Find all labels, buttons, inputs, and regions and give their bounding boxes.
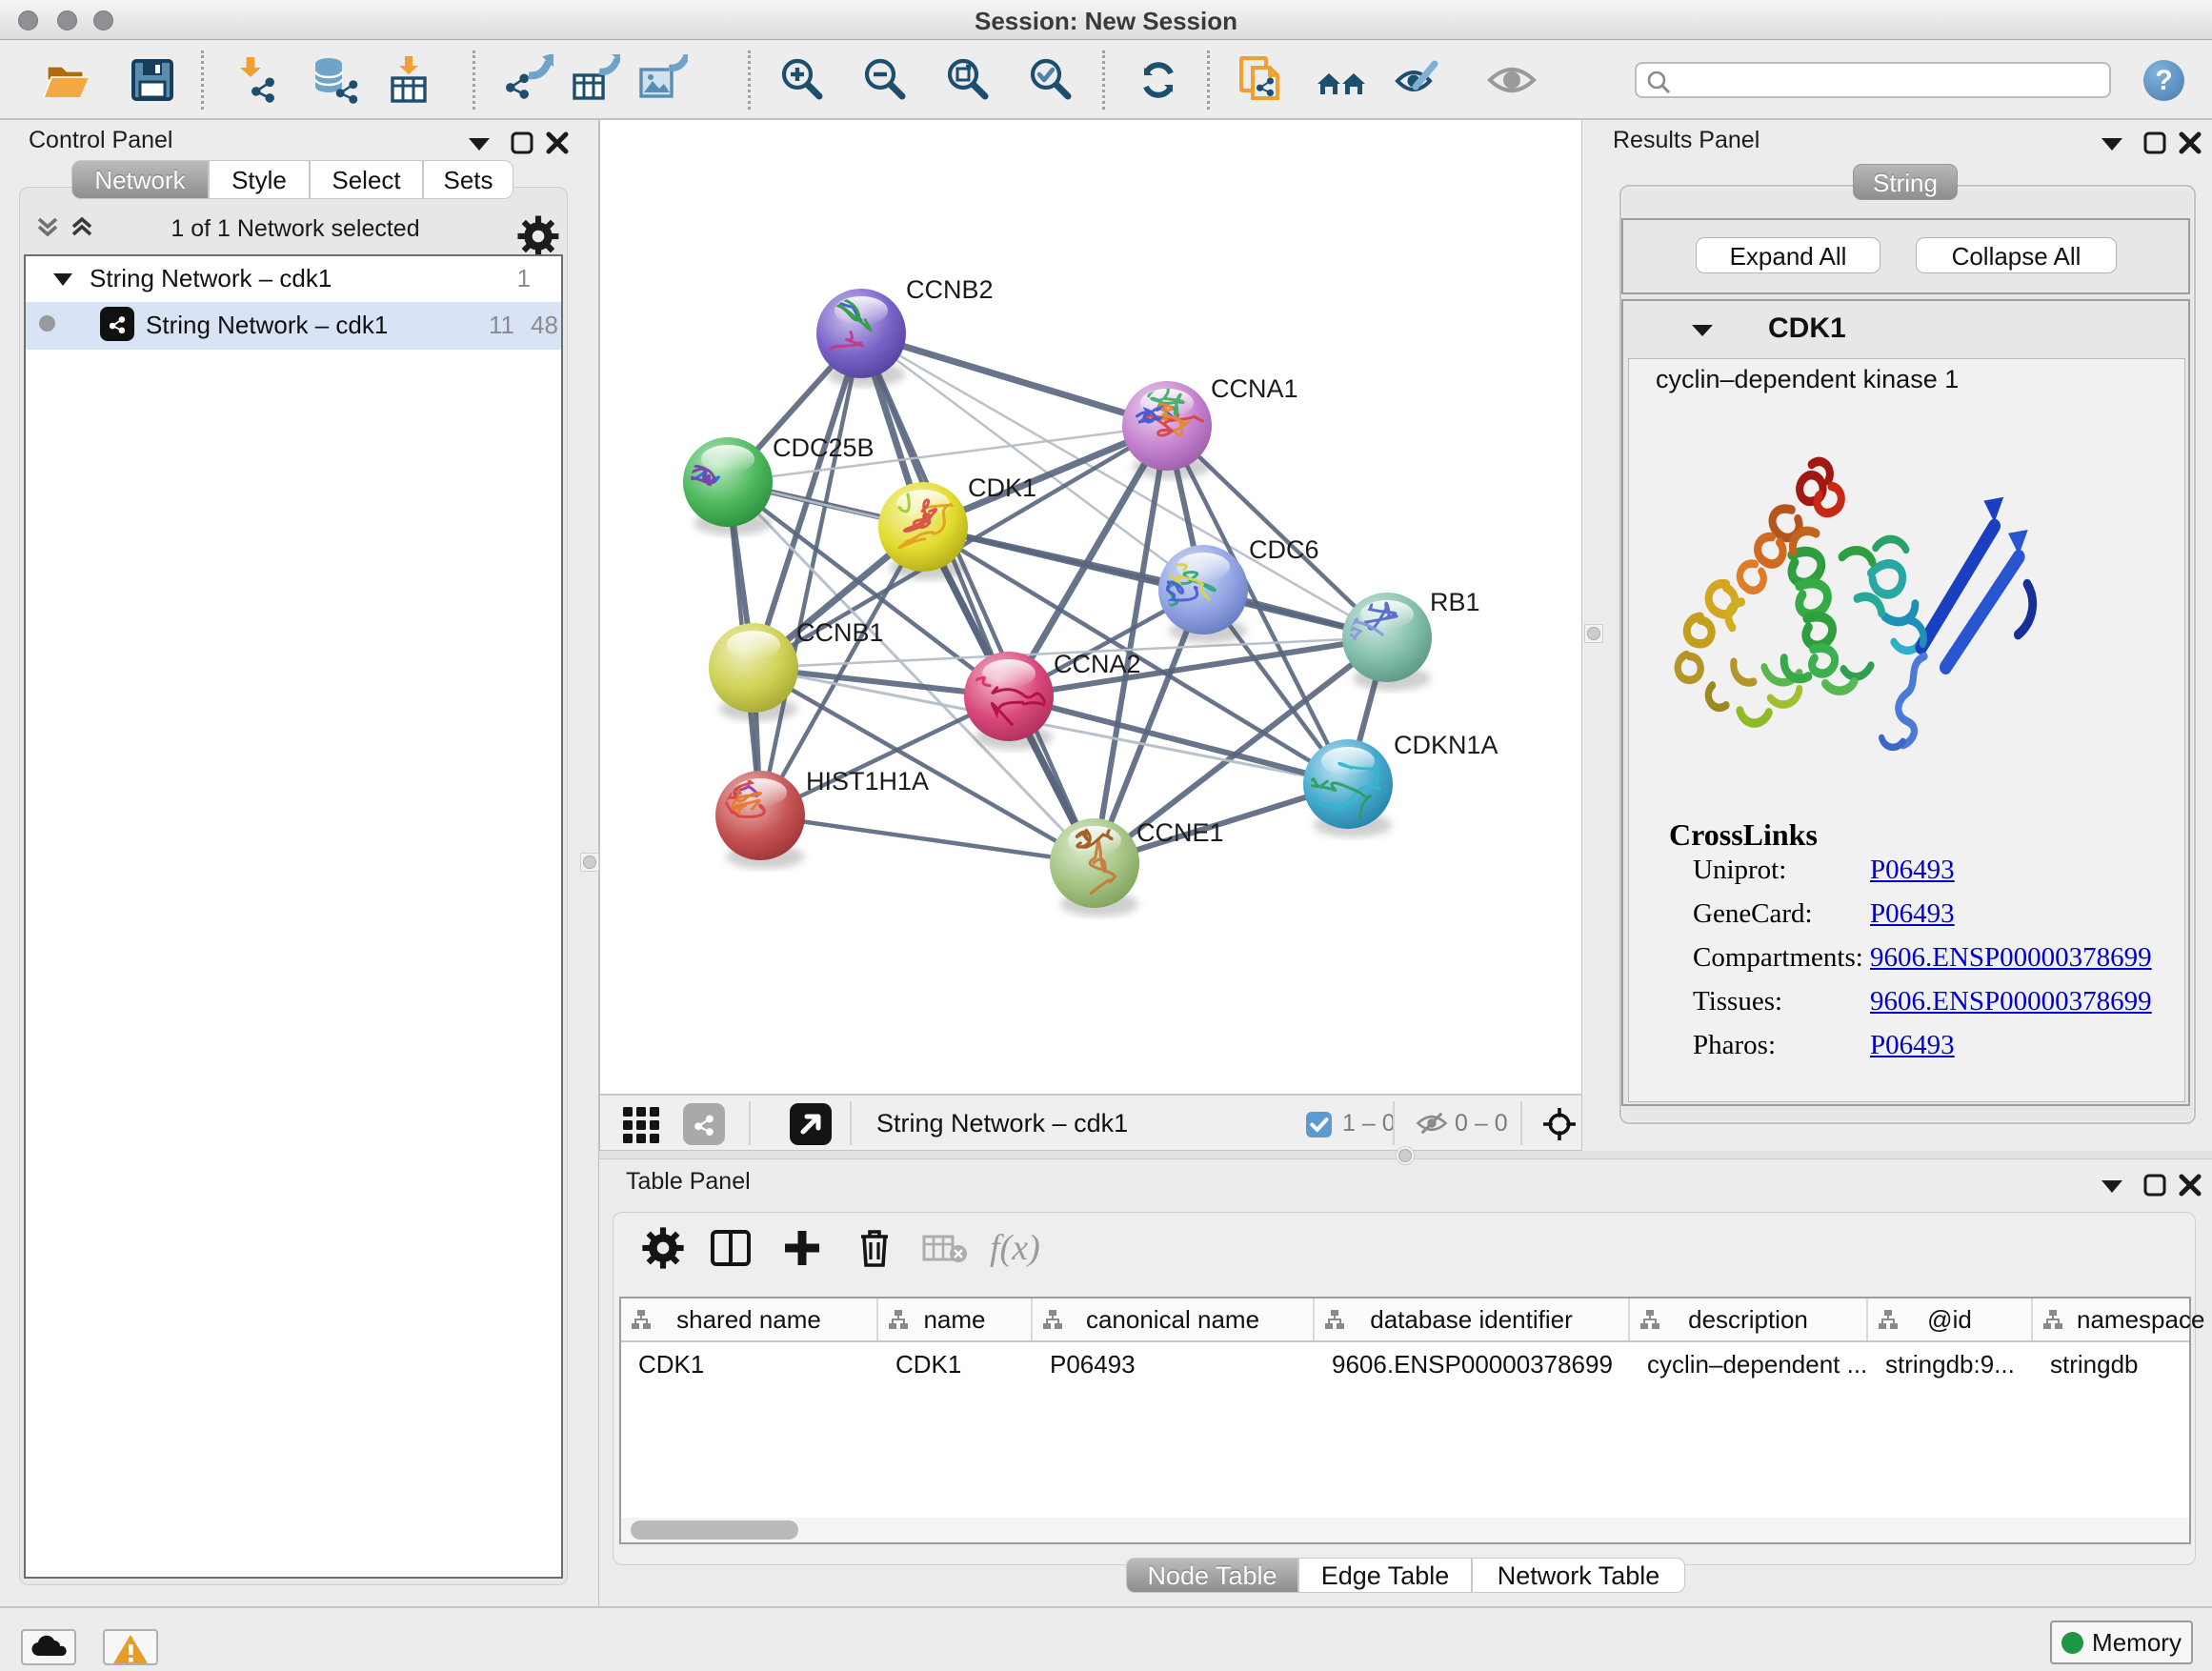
svg-text:CDK1: CDK1 [968,473,1036,502]
svg-text:RB1: RB1 [1430,588,1480,616]
svg-text:HIST1H1A: HIST1H1A [806,767,929,795]
svg-text:CCNB2: CCNB2 [906,275,994,304]
svg-text:CDC25B: CDC25B [773,433,875,462]
svg-text:CCNA2: CCNA2 [1054,650,1141,678]
svg-text:CDKN1A: CDKN1A [1394,731,1498,759]
svg-text:CCNE1: CCNE1 [1136,818,1224,847]
svg-text:CCNA1: CCNA1 [1211,374,1298,403]
svg-text:CCNB1: CCNB1 [796,618,884,647]
svg-text:CDC6: CDC6 [1249,535,1319,564]
